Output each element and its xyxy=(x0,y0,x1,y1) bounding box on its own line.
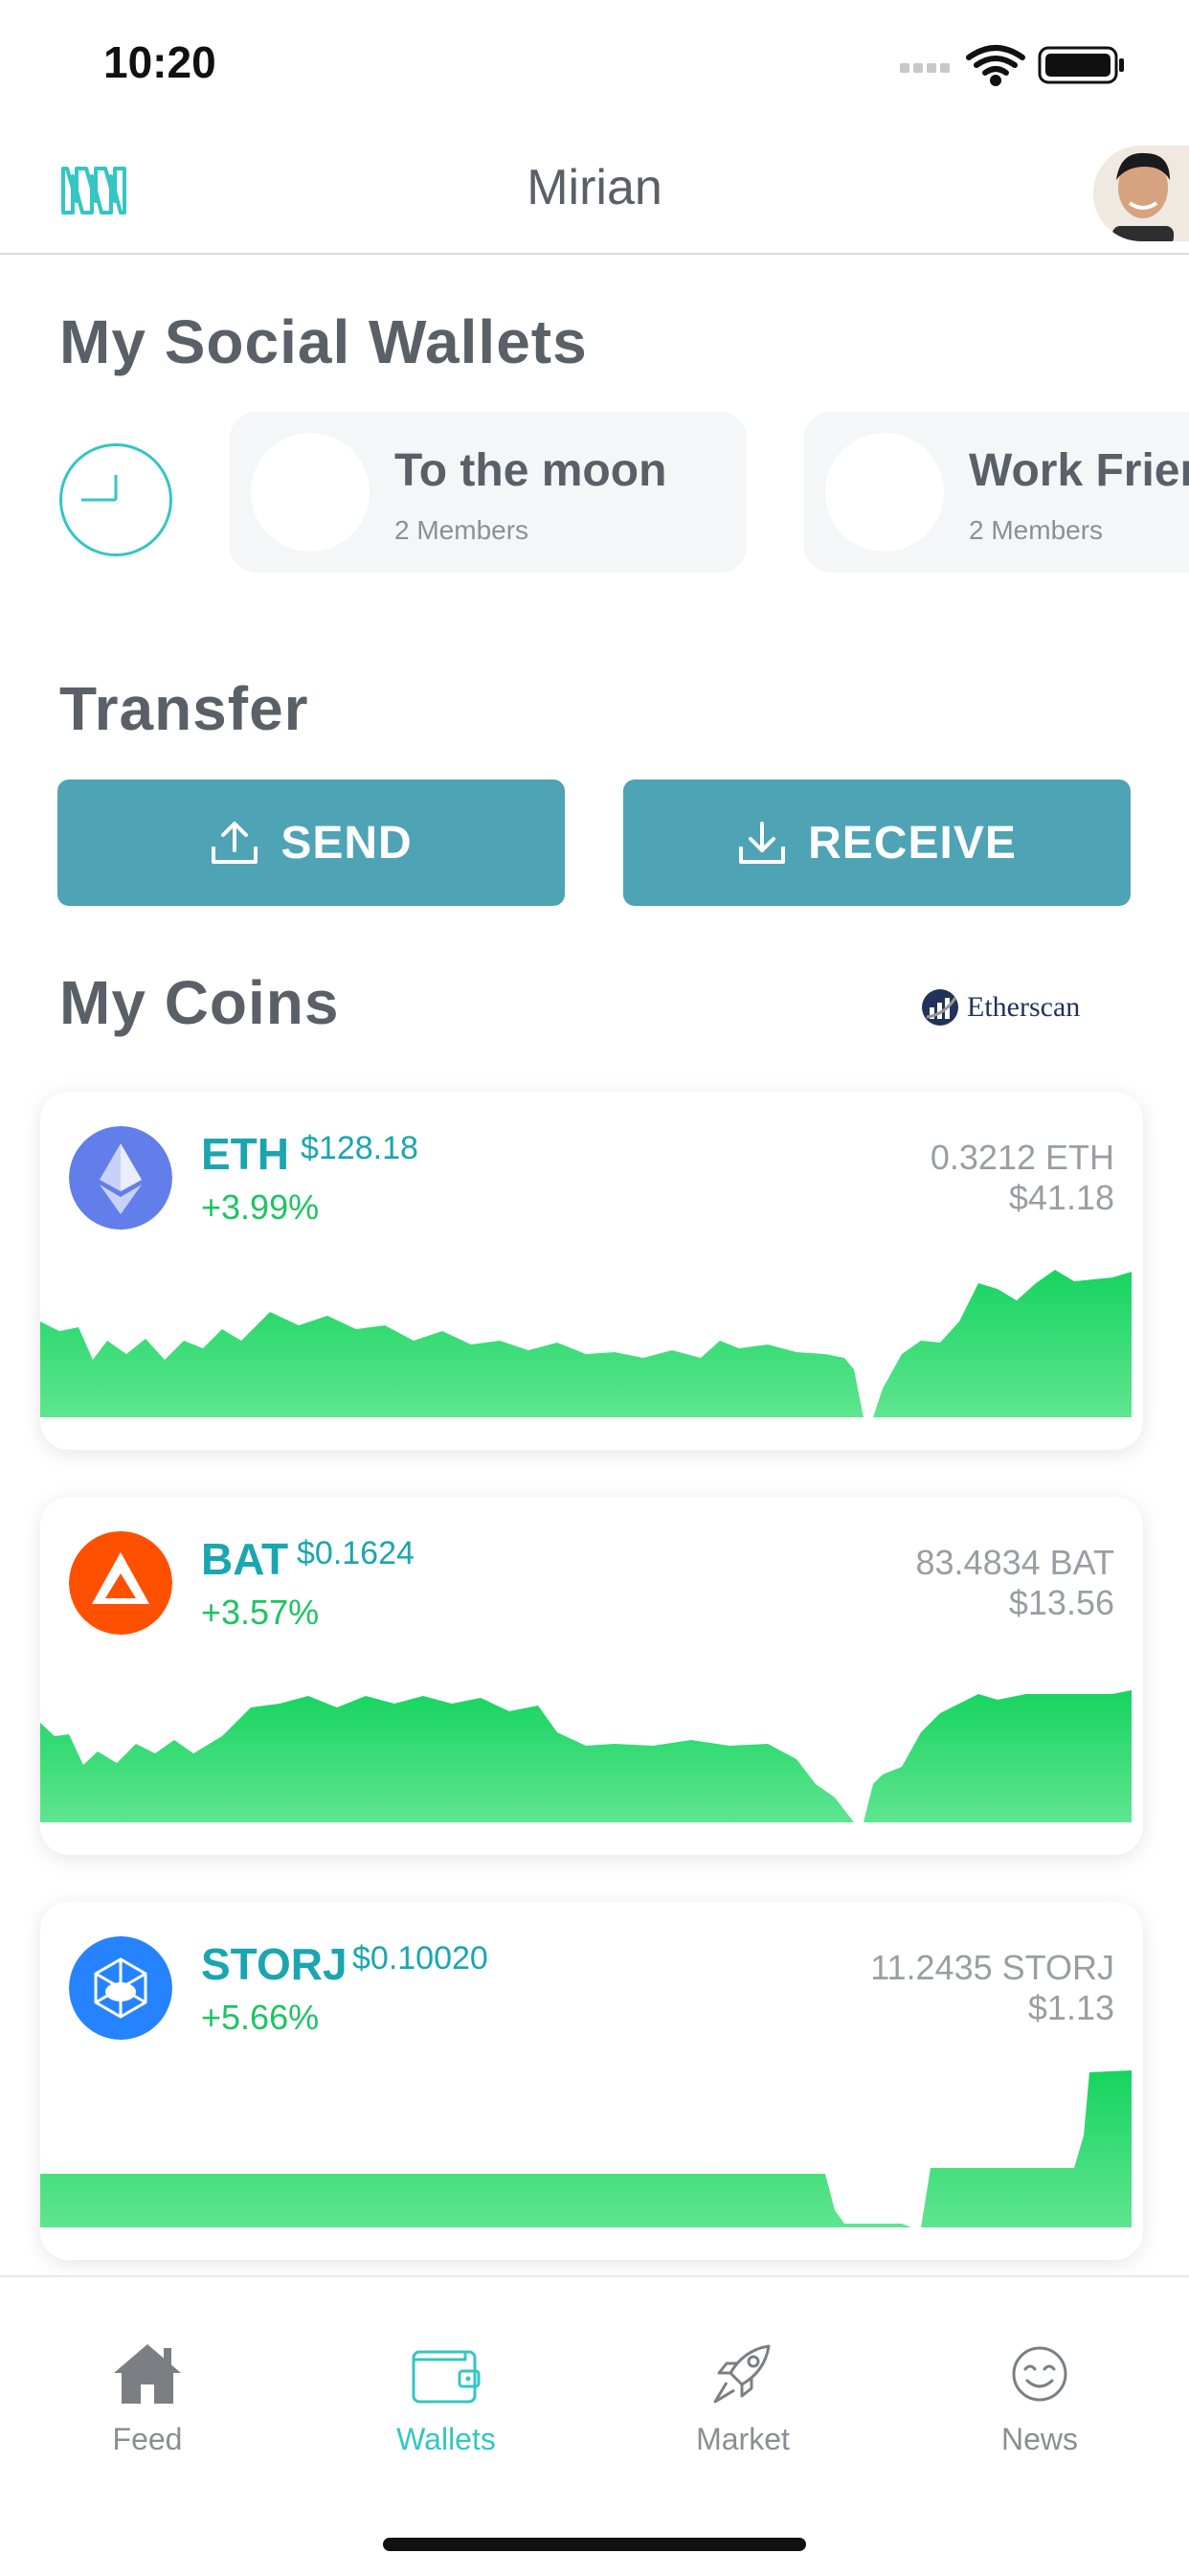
add-wallet-button[interactable] xyxy=(59,443,172,556)
wallet-name: To the moon xyxy=(394,445,667,496)
wifi-icon xyxy=(966,45,1025,86)
send-label: SEND xyxy=(280,817,413,869)
coin-price: $128.18 xyxy=(301,1130,418,1166)
clock-circle-icon xyxy=(81,475,118,502)
coin-change: +5.66% xyxy=(201,1998,320,2037)
tab-market[interactable]: Market xyxy=(638,2340,848,2457)
wallet-avatar xyxy=(251,433,370,552)
tab-label: Feed xyxy=(112,2422,183,2456)
rocket-icon xyxy=(713,2344,771,2404)
storj-icon xyxy=(69,1936,172,2040)
coin-amount: 11.2435 STORJ xyxy=(870,1948,1114,1987)
status-icons xyxy=(900,45,1124,86)
tab-wallets[interactable]: Wallets xyxy=(341,2340,551,2457)
home-icon xyxy=(114,2344,181,2404)
coin-value: $41.18 xyxy=(1008,1178,1114,1217)
wallet-icon xyxy=(412,2350,481,2404)
receive-label: RECEIVE xyxy=(808,817,1017,869)
wallet-avatar xyxy=(825,433,944,552)
wallet-card[interactable]: To the moon 2 Members xyxy=(230,412,747,573)
download-icon xyxy=(739,822,786,864)
signal-icon xyxy=(900,63,950,73)
coin-value: $13.56 xyxy=(1008,1583,1114,1622)
coin-symbol: BAT xyxy=(201,1534,289,1584)
coin-card-storj[interactable]: STORJ $0.10020 +5.66% 11.2435 STORJ $1.1… xyxy=(40,1902,1143,2260)
coin-card-bat[interactable]: BAT $0.1624 +3.57% 83.4834 BAT $13.56 xyxy=(40,1497,1143,1855)
price-sparkline xyxy=(40,2070,1132,2227)
coin-price: $0.1624 xyxy=(297,1535,415,1571)
tab-news[interactable]: News xyxy=(934,2340,1145,2457)
wallet-members: 2 Members xyxy=(969,515,1104,545)
avatar-image xyxy=(1093,146,1189,241)
send-button[interactable]: SEND xyxy=(57,780,565,906)
avatar[interactable] xyxy=(1093,146,1189,241)
coin-amount: 83.4834 BAT xyxy=(915,1543,1114,1582)
ethereum-icon xyxy=(69,1126,172,1230)
tab-feed[interactable]: Feed xyxy=(42,2340,253,2457)
wallets-section-title: My Social Wallets xyxy=(59,307,588,376)
home-indicator[interactable] xyxy=(383,2538,806,2551)
coin-price: $0.10020 xyxy=(352,1940,488,1977)
status-time: 10:20 xyxy=(103,37,216,87)
wallet-name: Work Frien xyxy=(969,445,1189,496)
etherscan-logo-icon xyxy=(922,989,958,1026)
coin-change: +3.57% xyxy=(201,1593,320,1632)
coin-value: $1.13 xyxy=(1027,1988,1114,2027)
tab-label: Market xyxy=(696,2422,790,2456)
battery-icon xyxy=(1038,46,1124,84)
etherscan-link[interactable]: Etherscan xyxy=(921,986,1080,1028)
price-sparkline xyxy=(40,1690,1132,1822)
coins-section-title: My Coins xyxy=(59,968,340,1037)
tab-label: News xyxy=(1000,2422,1078,2456)
smiley-icon xyxy=(1012,2346,1067,2402)
tab-label: Wallets xyxy=(396,2422,496,2456)
coin-symbol: ETH xyxy=(201,1129,289,1179)
wallet-card[interactable]: Work Frien 2 Members xyxy=(804,412,1189,573)
receive-button[interactable]: RECEIVE xyxy=(623,780,1131,906)
bat-icon xyxy=(69,1531,172,1635)
upload-icon xyxy=(212,822,258,864)
coin-amount: 0.3212 ETH xyxy=(930,1138,1114,1177)
transfer-section-title: Transfer xyxy=(59,674,309,743)
wallet-members: 2 Members xyxy=(394,515,529,545)
coin-card-eth[interactable]: ETH $128.18 +3.99% 0.3212 ETH $41.18 xyxy=(40,1092,1143,1450)
etherscan-label: Etherscan xyxy=(967,991,1081,1023)
page-title: Mirian xyxy=(527,160,662,215)
coin-symbol: STORJ xyxy=(201,1939,348,1989)
price-sparkline xyxy=(40,1270,1132,1417)
coin-change: +3.99% xyxy=(201,1187,320,1227)
